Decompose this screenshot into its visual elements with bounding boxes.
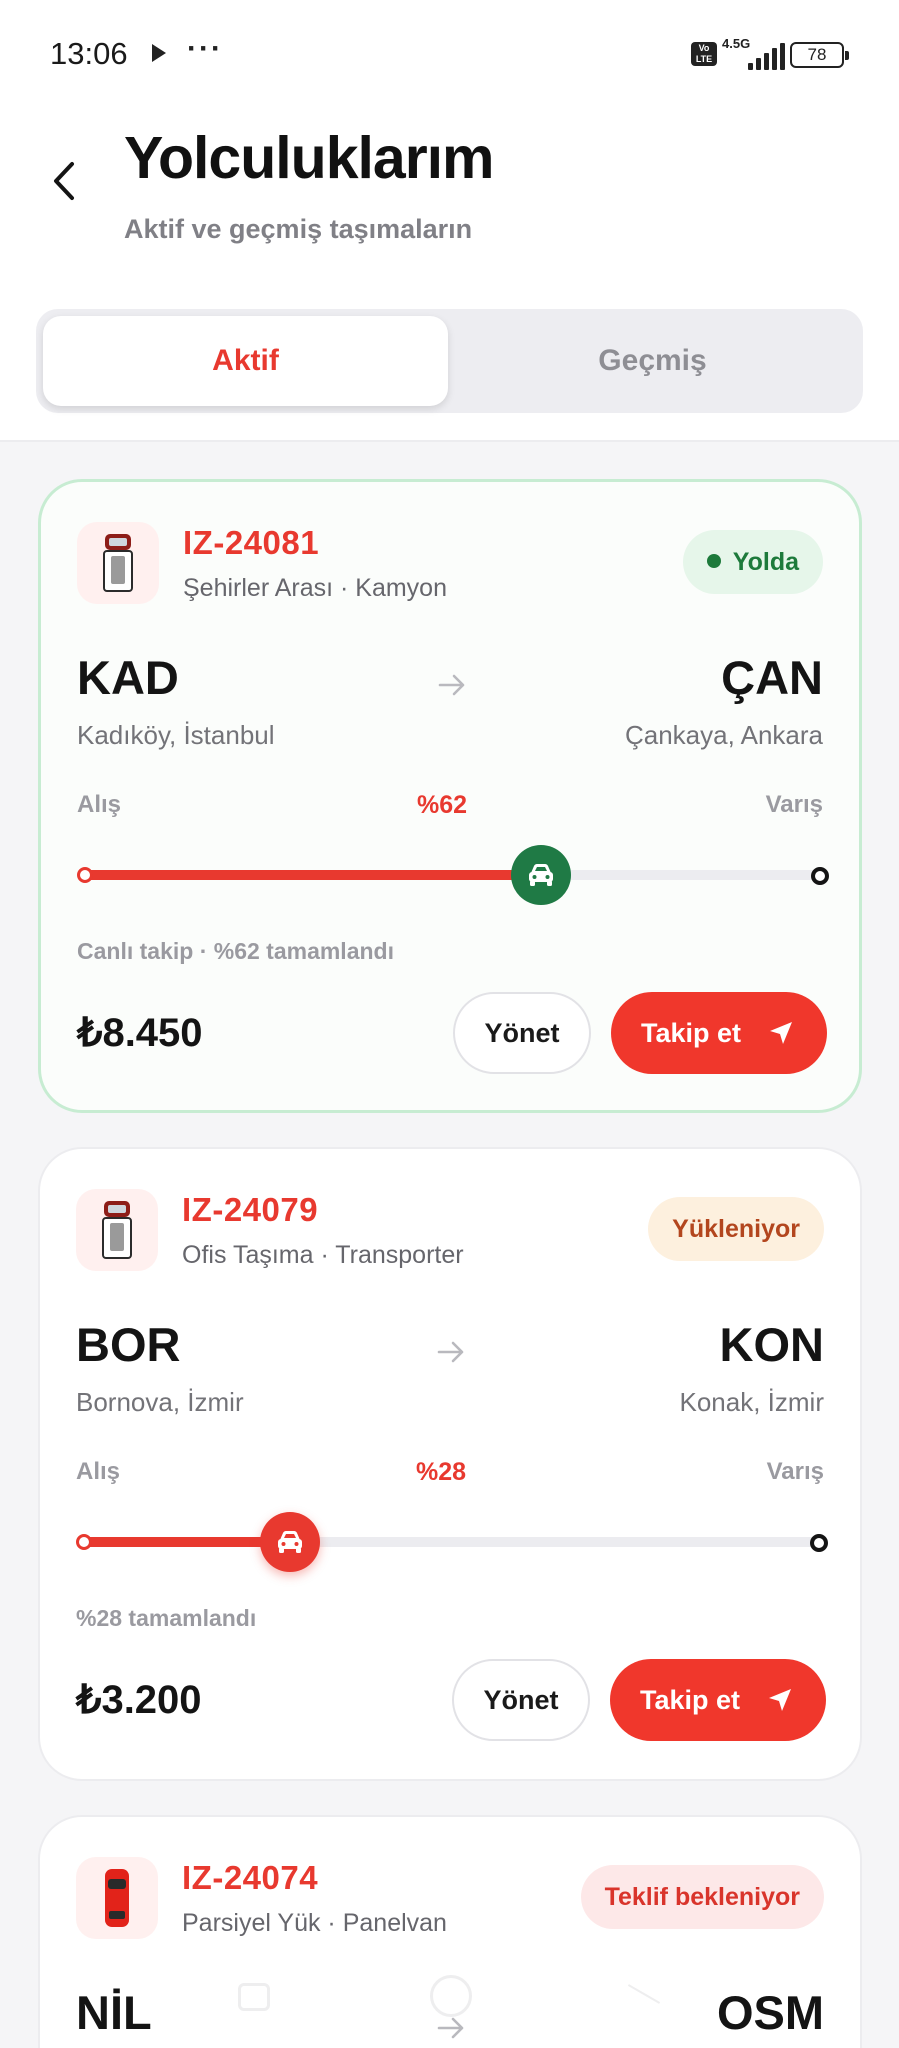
status-time: 13:06	[50, 36, 128, 71]
car-icon	[278, 1531, 303, 1553]
vehicle-position-marker	[511, 845, 572, 905]
progress-percent: %62	[417, 791, 468, 819]
status-badge: Yolda	[682, 530, 823, 594]
destination-code: KON	[719, 1318, 824, 1371]
volte-icon: Vo LTE	[691, 42, 717, 66]
origin-city: Bornova, İzmir	[76, 1387, 244, 1417]
status-label: Yolda	[732, 548, 799, 576]
pickup-label: Alış	[76, 1458, 121, 1485]
faded-box-decoration	[238, 1983, 270, 2011]
truck-icon	[77, 522, 159, 604]
ride-code: IZ-24081	[183, 524, 320, 561]
tracking-note: %28 tamamlandı	[76, 1605, 257, 1631]
dropoff-marker	[811, 867, 829, 885]
ride-card[interactable]: IZ-24079 Ofis Taşıma · Transporter Yükle…	[38, 1147, 862, 1781]
manage-button[interactable]: Yönet	[452, 1659, 590, 1741]
page-title: Yolculuklarım	[124, 125, 495, 191]
progress-percent: %28	[416, 1458, 467, 1486]
track-button-label: Takip et	[640, 1685, 741, 1715]
truck-icon	[76, 1857, 158, 1939]
dropoff-label: Varış	[765, 791, 823, 818]
tab-gecmis[interactable]: Geçmiş	[450, 316, 855, 406]
destination-code: ÇAN	[721, 651, 823, 704]
progress-track	[85, 870, 821, 880]
pickup-label: Alış	[77, 791, 122, 818]
tracking-note: Canlı takip · %62 tamamlandı	[77, 938, 394, 964]
ride-code: IZ-24074	[182, 1859, 319, 1896]
status-badge: Teklif bekleniyor	[580, 1865, 824, 1929]
battery-icon: 78	[790, 42, 849, 68]
track-button[interactable]: Takip et	[611, 992, 827, 1074]
back-button[interactable]	[46, 158, 86, 204]
navigation-arrow-icon	[769, 1689, 791, 1711]
navigation-arrow-icon	[770, 1022, 792, 1044]
destination-city: Konak, İzmir	[679, 1387, 825, 1417]
arrow-right-icon	[438, 674, 465, 696]
ride-service: Şehirler Arası · Kamyon	[183, 574, 447, 602]
truck-icon	[76, 1189, 158, 1271]
origin-code: BOR	[76, 1318, 181, 1371]
vehicle-position-marker	[260, 1512, 321, 1572]
arrow-right-icon	[437, 1341, 464, 1363]
chevron-left-icon	[54, 162, 74, 200]
status-badge: Yükleniyor	[648, 1197, 824, 1261]
destination-city: Çankaya, Ankara	[624, 720, 823, 750]
destination-code: OSM	[716, 1986, 824, 2039]
ride-service: Parsiyel Yük · Panelvan	[182, 1909, 447, 1937]
ride-service: Ofis Taşıma · Transporter	[182, 1241, 464, 1269]
ride-code: IZ-24079	[182, 1191, 319, 1228]
progress-track	[84, 1537, 820, 1547]
car-icon	[529, 864, 554, 886]
origin-code: KAD	[77, 651, 179, 704]
pickup-marker	[77, 867, 93, 883]
signal-icon	[746, 42, 786, 70]
faded-circle-decoration	[430, 1975, 472, 2017]
progress-fill	[85, 870, 542, 880]
dropoff-marker	[810, 1534, 828, 1552]
status-bar: 13:06 ··· Vo LTE 4.5G 78	[0, 28, 899, 78]
play-store-icon	[152, 44, 166, 62]
ride-card[interactable]: IZ-24081 Şehirler Arası · Kamyon Yolda K…	[38, 479, 862, 1113]
top-header-area: 13:06 ··· Vo LTE 4.5G 78 Yolculuklarım A…	[0, 0, 899, 442]
pickup-marker	[76, 1534, 92, 1550]
tab-aktif[interactable]: Aktif	[43, 316, 448, 406]
faded-line-decoration	[627, 1984, 661, 2004]
status-dot-icon	[706, 554, 721, 568]
origin-code: NİL	[76, 1986, 152, 2039]
track-button[interactable]: Takip et	[610, 1659, 826, 1741]
page-subtitle: Aktif ve geçmiş taşımaların	[124, 214, 473, 244]
arrow-right-icon	[437, 2017, 464, 2039]
more-notifications-icon: ···	[187, 32, 223, 65]
track-button-label: Takip et	[641, 1018, 742, 1048]
ride-price: ₺3.200	[76, 1678, 202, 1722]
dropoff-label: Varış	[766, 1458, 824, 1485]
tab-switcher: Aktif Geçmiş	[36, 309, 863, 413]
origin-city: Kadıköy, İstanbul	[77, 720, 275, 750]
ride-price: ₺8.450	[77, 1011, 203, 1055]
ride-card[interactable]: IZ-24074 Parsiyel Yük · Panelvan Teklif …	[38, 1815, 862, 2048]
manage-button[interactable]: Yönet	[453, 992, 591, 1074]
